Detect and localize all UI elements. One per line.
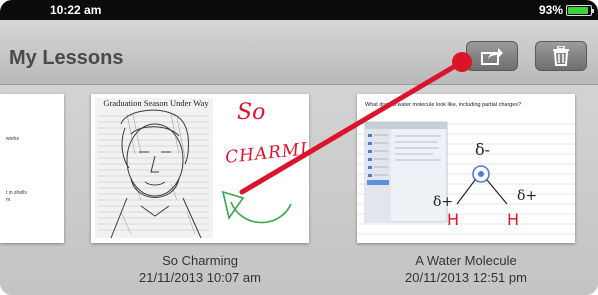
page-title: My Lessons [9, 47, 124, 69]
handwriting-so: So [237, 100, 266, 125]
hydrogen-label: H [447, 210, 460, 229]
sketch-drawing [91, 94, 309, 243]
partial-charge-label: δ- [475, 140, 491, 159]
lesson-caption: A Water Molecule 20/11/2013 12:51 pm [336, 252, 596, 286]
share-button[interactable] [466, 41, 518, 71]
status-bar: 10:22 am 93% [0, 0, 598, 20]
lesson-date: 21/11/2013 10:07 am [139, 270, 261, 285]
lesson-caption: So Charming 21/11/2013 10:07 am [70, 252, 330, 286]
trash-icon [553, 46, 569, 66]
battery-percent: 93% [538, 3, 563, 17]
lesson-thumbnail-water-molecule[interactable]: What does a water molecule look like, in… [357, 94, 575, 243]
partial-charge-label: δ+ [433, 194, 454, 210]
lesson-date: 20/11/2013 12:51 pm [405, 270, 527, 285]
share-icon [481, 48, 503, 65]
delete-button[interactable] [535, 41, 587, 71]
battery-icon [566, 4, 594, 16]
hydrogen-label: H [507, 210, 520, 229]
partial-charge-label: δ+ [517, 188, 538, 204]
lesson-thumbnail-so-charming[interactable]: Graduation Season Under Way So CHARMING [91, 94, 309, 243]
status-time: 10:22 am [50, 3, 102, 17]
lesson-title: So Charming [162, 253, 238, 268]
question-text: What does a water molecule look like, in… [365, 102, 522, 108]
lessons-grid: works t in shells m Graduation Season Un… [0, 85, 598, 295]
notebook-page [357, 94, 575, 243]
ipad-screen: 10:22 am 93% My Lessons works t in shell… [0, 0, 598, 295]
lesson-title: A Water Molecule [415, 253, 517, 268]
battery-indicator: 93% [538, 3, 594, 17]
news-headline: Graduation Season Under Way [103, 98, 209, 108]
nav-bar: My Lessons [0, 20, 598, 85]
lesson-thumbnail[interactable]: works t in shells m [0, 94, 64, 243]
